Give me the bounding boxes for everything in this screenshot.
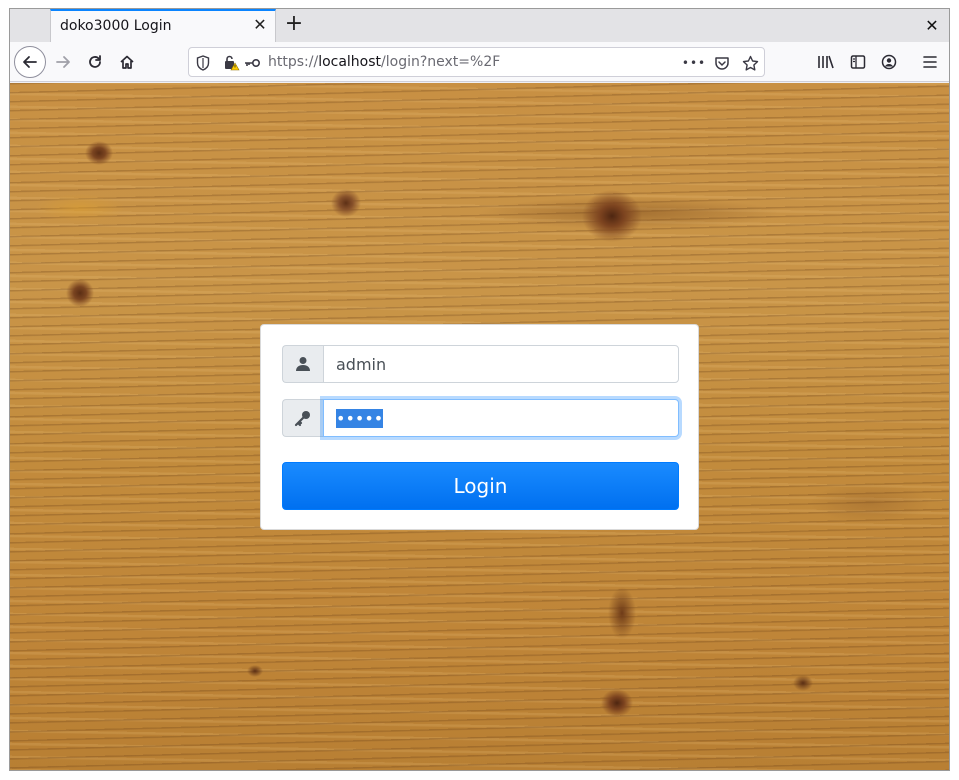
shield-icon[interactable] <box>194 54 212 72</box>
sidebar-icon[interactable] <box>848 52 868 72</box>
forward-button[interactable] <box>48 47 78 77</box>
page-content: Login <box>10 83 949 770</box>
arrow-right-icon <box>56 56 70 68</box>
arrow-left-icon <box>23 56 37 68</box>
url-host: localhost <box>318 54 382 70</box>
library-icon[interactable] <box>816 52 836 72</box>
account-icon[interactable] <box>879 52 899 72</box>
password-input[interactable] <box>323 399 679 437</box>
browser-window: doko3000 Login ✕ + ✕ https://localhost/l… <box>9 8 950 771</box>
tab-active[interactable]: doko3000 Login ✕ <box>50 9 276 42</box>
tab-strip: doko3000 Login ✕ + ✕ <box>10 9 949 42</box>
url-scheme: https:// <box>268 54 319 70</box>
tab-title: doko3000 Login <box>60 18 172 34</box>
home-button[interactable] <box>112 47 142 77</box>
window-close-button[interactable]: ✕ <box>921 15 943 37</box>
insecure-lock-icon[interactable] <box>223 54 241 72</box>
pocket-icon[interactable] <box>712 54 732 72</box>
reload-icon <box>89 55 101 68</box>
login-button[interactable]: Login <box>282 462 679 510</box>
menu-icon[interactable] <box>920 52 940 72</box>
home-icon <box>120 55 134 69</box>
username-input[interactable] <box>323 345 679 383</box>
navigation-toolbar: https://localhost/login?next=%2F ••• <box>10 42 949 82</box>
login-card: Login <box>260 324 699 530</box>
new-tab-button[interactable]: + <box>282 13 306 37</box>
password-group <box>282 399 679 437</box>
user-icon <box>282 345 323 383</box>
bookmark-star-icon[interactable] <box>740 54 760 72</box>
reload-button[interactable] <box>80 47 110 77</box>
url-bar[interactable]: https://localhost/login?next=%2F ••• <box>188 47 765 77</box>
key-icon <box>282 399 323 437</box>
key-icon[interactable] <box>243 54 261 72</box>
back-button[interactable] <box>14 46 46 78</box>
username-group <box>282 345 679 383</box>
url-text[interactable]: https://localhost/login?next=%2F <box>268 54 500 70</box>
tab-close-icon[interactable]: ✕ <box>251 16 269 34</box>
url-path: /login?next=%2F <box>381 54 501 70</box>
page-actions-icon[interactable]: ••• <box>682 54 705 72</box>
